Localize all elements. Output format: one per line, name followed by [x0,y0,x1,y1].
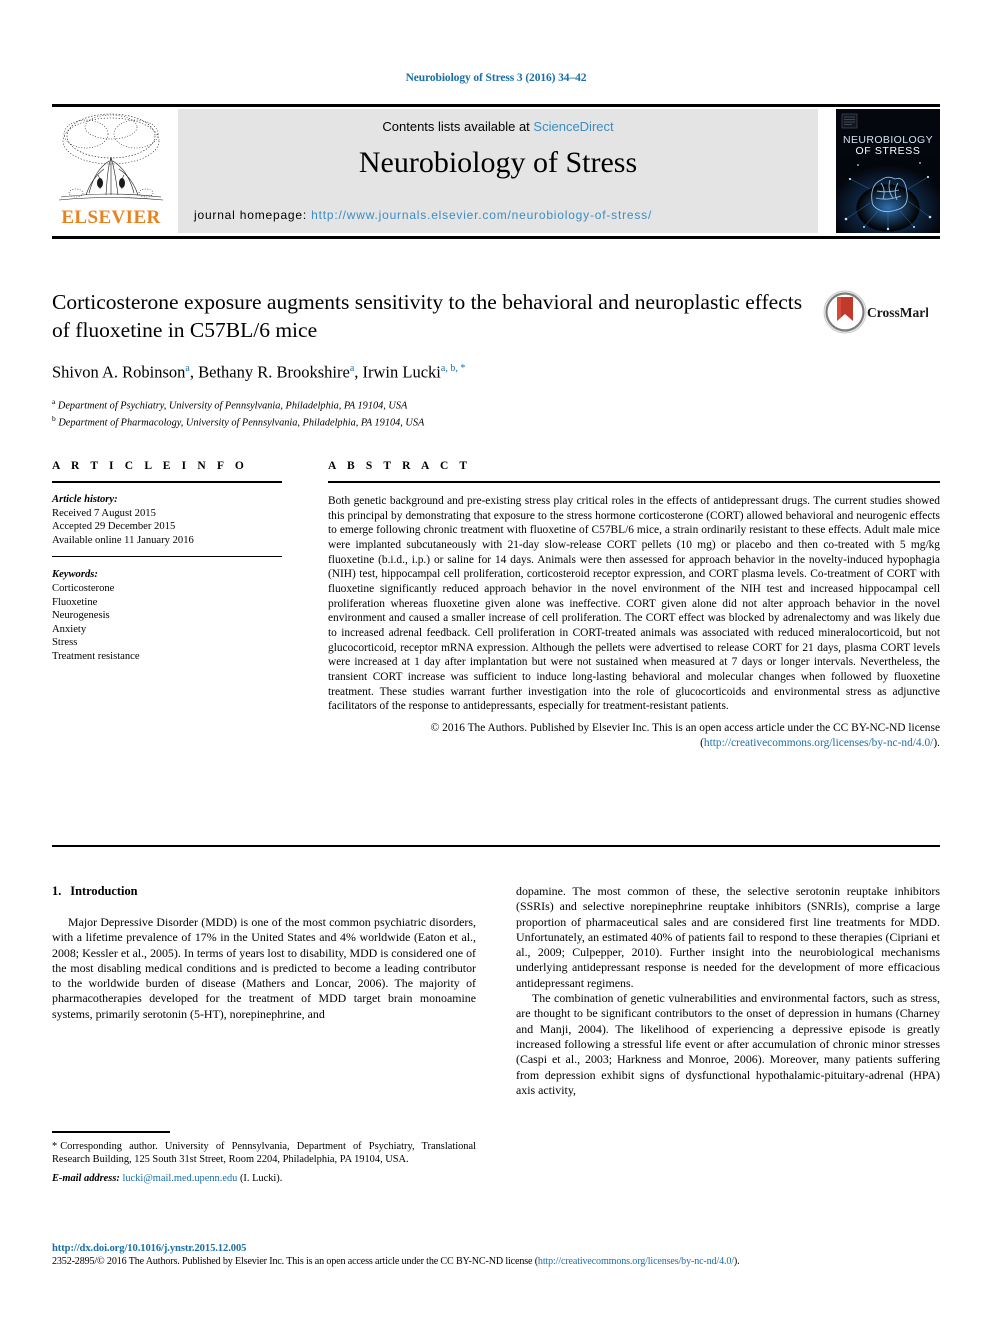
affiliation-text: Department of Psychiatry, University of … [57,399,408,411]
email-link[interactable]: lucki@mail.med.upenn.edu [122,1173,237,1184]
abstract-column: A B S T R A C T Both genetic background … [328,460,940,750]
cc-license-link[interactable]: http://creativecommons.org/licenses/by-n… [704,737,933,749]
author-affil-mark: a [185,363,190,374]
keywords-block: Keywords: Corticosterone Fluoxetine Neur… [52,568,282,663]
author-affil-mark: a, b, * [440,363,466,374]
abstract-heading: A B S T R A C T [328,460,472,472]
keywords-rule [52,556,282,558]
footnote-block: * Corresponding author. University of Pen… [52,1131,476,1185]
keywords-label: Keywords: [52,569,98,581]
elsevier-tree-icon [56,109,166,207]
affiliation-mark: a [52,396,56,406]
masthead-panel: Contents lists available at ScienceDirec… [178,109,818,233]
body-column-left: 1. Introduction Major Depressive Disorder… [52,884,476,1022]
section-number: 1. [52,884,62,898]
masthead-top-rule [52,104,940,107]
svg-text:OF STRESS: OF STRESS [856,145,921,157]
crossmark-label: CrossMark [867,305,928,320]
asterisk-icon: * [52,1140,58,1152]
keyword-item: Fluoxetine [52,596,98,608]
section-title: Introduction [70,884,138,898]
paper-page: Neurobiology of Stress 3 (2016) 34–42 EL… [0,0,992,1323]
abstract-copyright: © 2016 The Authors. Published by Elsevie… [328,721,940,750]
affiliation-text: Department of Pharmacology, University o… [58,417,425,429]
contents-available-line: Contents lists available at ScienceDirec… [382,119,613,134]
keyword-item: Stress [52,637,78,649]
author-name: Bethany R. Brookshire [198,362,350,382]
affiliation-list: a Department of Psychiatry, University o… [52,395,812,431]
abstract-rule [328,481,940,483]
keyword-item: Treatment resistance [52,650,140,662]
sciencedirect-link[interactable]: ScienceDirect [533,119,613,134]
issn-tail: ). [733,1256,740,1267]
keyword-item: Anxiety [52,623,87,635]
body-paragraph: Major Depressive Disorder (MDD) is one o… [52,915,476,1021]
history-item: Available online 11 January 2016 [52,534,194,546]
affiliation-item: a Department of Psychiatry, University o… [52,395,812,413]
title-block: Corticosterone exposure augments sensiti… [52,288,812,430]
homepage-label: journal homepage: [194,208,308,222]
homepage-url-link[interactable]: http://www.journals.elsevier.com/neurobi… [311,208,652,222]
article-info-rule [52,481,282,483]
crossmark-badge[interactable]: CrossMark [822,288,933,336]
body-paragraph: dopamine. The most common of these, the … [516,884,940,990]
abstract-text: Both genetic background and pre-existing… [328,495,940,713]
corresponding-author-text: Corresponding author. University of Penn… [52,1140,476,1165]
footer-cc-license-link[interactable]: http://creativecommons.org/licenses/by-n… [538,1256,734,1267]
article-info-column: A R T I C L E I N F O Article history: R… [52,460,282,664]
email-note: E-mail address: lucki@mail.med.upenn.edu… [52,1172,476,1185]
journal-title: Neurobiology of Stress [358,146,638,179]
journal-cover-thumbnail: NEUROBIOLOGY OF STRESS [836,109,940,233]
abstract-bottom-rule [52,845,940,847]
author-name: Irwin Lucki [362,362,441,382]
journal-masthead: ELSEVIER Contents lists available at Sci… [52,109,940,233]
contents-prefix: Contents lists available at [382,119,530,134]
keyword-item: Neurogenesis [52,610,110,622]
elsevier-wordmark: ELSEVIER [61,207,161,228]
doi-link[interactable]: http://dx.doi.org/10.1016/j.ynstr.2015.1… [52,1243,940,1254]
body-paragraph: The combination of genetic vulnerabiliti… [516,991,940,1097]
page-footer: http://dx.doi.org/10.1016/j.ynstr.2015.1… [52,1243,940,1267]
email-owner: (I. Lucki). [239,1172,283,1184]
keyword-item: Corticosterone [52,582,115,594]
copyright-tail: ). [933,736,940,749]
page-title: Corticosterone exposure augments sensiti… [52,290,803,342]
affiliation-mark: b [52,414,56,424]
running-head: Neurobiology of Stress 3 (2016) 34–42 [405,72,587,84]
author-name: Shivon A. Robinson [52,362,186,382]
section-heading-introduction: 1. Introduction [52,884,476,899]
issn-text: 2352-2895/© 2016 The Authors. Published … [52,1256,538,1267]
masthead-bottom-rule [52,236,940,239]
article-info-heading: A R T I C L E I N F O [52,460,248,472]
history-item: Received 7 August 2015 [52,507,156,519]
issn-copyright-line: 2352-2895/© 2016 The Authors. Published … [52,1256,940,1267]
affiliation-item: b Department of Pharmacology, University… [52,412,812,430]
journal-homepage-line: journal homepage: http://www.journals.el… [194,208,652,222]
history-item: Accepted 29 December 2015 [52,521,176,533]
article-history-block: Article history: Received 7 August 2015 … [52,493,282,547]
email-label: E-mail address: [52,1172,120,1184]
footnote-rule [52,1131,170,1133]
elsevier-logo: ELSEVIER [52,109,170,233]
body-column-right: dopamine. The most common of these, the … [516,884,940,1098]
corresponding-author-note: * Corresponding author. University of Pen… [52,1140,476,1166]
author-affil-mark: a [349,363,355,374]
author-list: Shivon A. Robinsona, Bethany R. Brookshi… [52,362,466,382]
article-history-label: Article history: [52,494,118,505]
